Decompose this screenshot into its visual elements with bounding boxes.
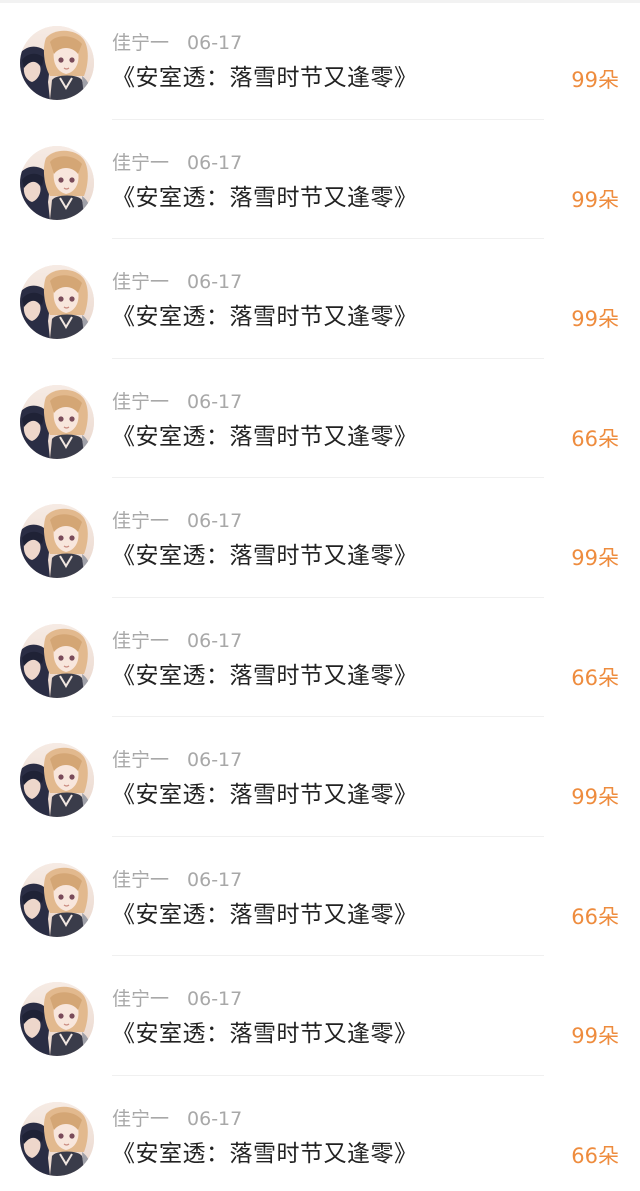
username[interactable]: 佳宁一: [112, 1108, 169, 1130]
post-date: 06-17: [187, 390, 243, 413]
feed-item[interactable]: 佳宁一 06-17 《安室透：落雪时节又逢零》 99朵: [0, 0, 640, 120]
gift-amount: 99朵: [571, 307, 619, 331]
username[interactable]: 佳宁一: [112, 510, 169, 532]
avatar-icon[interactable]: [20, 384, 94, 459]
item-meta: 佳宁一 06-17: [112, 271, 242, 293]
username[interactable]: 佳宁一: [112, 749, 169, 771]
gift-amount: 99朵: [571, 68, 619, 92]
avatar-icon[interactable]: [20, 982, 94, 1056]
item-meta: 佳宁一 06-17: [112, 152, 242, 174]
gift-record-page: 佳宁一 06-17 《安室透：落雪时节又逢零》 99朵 佳宁一 06-17 《安…: [0, 0, 640, 1191]
gift-amount: 66朵: [571, 426, 619, 451]
gift-amount: 66朵: [571, 904, 619, 929]
gift-feed-list[interactable]: 佳宁一 06-17 《安室透：落雪时节又逢零》 99朵 佳宁一 06-17 《安…: [0, 0, 640, 1191]
item-meta: 佳宁一 06-17: [112, 749, 242, 771]
gift-amount: 66朵: [571, 665, 619, 690]
gift-amount: 99朵: [571, 187, 619, 212]
avatar-icon[interactable]: [20, 504, 94, 578]
post-date: 06-17: [187, 749, 243, 771]
post-date: 06-17: [187, 1107, 243, 1130]
work-title-link[interactable]: 《安室透：落雪时节又逢零》: [112, 541, 418, 571]
post-date: 06-17: [187, 32, 243, 54]
item-meta: 佳宁一 06-17: [112, 391, 242, 413]
feed-item[interactable]: 佳宁一 06-17 《安室透：落雪时节又逢零》 99朵: [0, 120, 640, 239]
item-meta: 佳宁一 06-17: [112, 32, 242, 54]
feed-item[interactable]: 佳宁一 06-17 《安室透：落雪时节又逢零》 66朵: [0, 359, 640, 478]
work-title-link[interactable]: 《安室透：落雪时节又逢零》: [112, 1139, 418, 1169]
username[interactable]: 佳宁一: [112, 32, 169, 54]
avatar-icon[interactable]: [20, 145, 94, 220]
work-title-link[interactable]: 《安室透：落雪时节又逢零》: [112, 63, 418, 93]
gift-amount: 99朵: [571, 785, 619, 809]
feed-item[interactable]: 佳宁一 06-17 《安室透：落雪时节又逢零》 66朵: [0, 598, 640, 717]
post-date: 06-17: [187, 988, 243, 1010]
avatar-icon[interactable]: [20, 26, 94, 100]
avatar-icon[interactable]: [20, 265, 94, 339]
post-date: 06-17: [187, 629, 243, 652]
username[interactable]: 佳宁一: [112, 271, 169, 293]
username[interactable]: 佳宁一: [112, 391, 169, 413]
feed-item[interactable]: 佳宁一 06-17 《安室透：落雪时节又逢零》 99朵: [0, 956, 640, 1076]
item-meta: 佳宁一 06-17: [112, 869, 242, 891]
work-title-link[interactable]: 《安室透：落雪时节又逢零》: [112, 183, 418, 213]
feed-item[interactable]: 佳宁一 06-17 《安室透：落雪时节又逢零》 99朵: [0, 717, 640, 837]
avatar-icon[interactable]: [20, 743, 94, 817]
avatar-icon[interactable]: [20, 623, 94, 698]
post-date: 06-17: [187, 510, 243, 532]
username[interactable]: 佳宁一: [112, 869, 169, 891]
work-title-link[interactable]: 《安室透：落雪时节又逢零》: [112, 661, 418, 691]
gift-amount: 99朵: [571, 546, 619, 570]
gift-amount: 66朵: [571, 1143, 619, 1168]
post-date: 06-17: [187, 868, 243, 891]
avatar-icon[interactable]: [20, 1101, 94, 1176]
username[interactable]: 佳宁一: [112, 630, 169, 652]
feed-item[interactable]: 佳宁一 06-17 《安室透：落雪时节又逢零》 99朵: [0, 239, 640, 359]
feed-item[interactable]: 佳宁一 06-17 《安室透：落雪时节又逢零》 66朵: [0, 1076, 640, 1191]
work-title-link[interactable]: 《安室透：落雪时节又逢零》: [112, 302, 418, 332]
work-title-link[interactable]: 《安室透：落雪时节又逢零》: [112, 1019, 418, 1049]
item-meta: 佳宁一 06-17: [112, 988, 242, 1010]
feed-item[interactable]: 佳宁一 06-17 《安室透：落雪时节又逢零》 99朵: [0, 478, 640, 598]
work-title-link[interactable]: 《安室透：落雪时节又逢零》: [112, 780, 418, 810]
gift-amount: 99朵: [571, 1024, 619, 1048]
work-title-link[interactable]: 《安室透：落雪时节又逢零》: [112, 900, 418, 930]
username[interactable]: 佳宁一: [112, 988, 169, 1010]
work-title-link[interactable]: 《安室透：落雪时节又逢零》: [112, 422, 418, 452]
post-date: 06-17: [187, 271, 243, 293]
item-meta: 佳宁一 06-17: [112, 510, 242, 532]
item-meta: 佳宁一 06-17: [112, 630, 242, 652]
post-date: 06-17: [187, 151, 243, 174]
username[interactable]: 佳宁一: [112, 152, 169, 174]
item-meta: 佳宁一 06-17: [112, 1108, 242, 1130]
avatar-icon[interactable]: [20, 862, 94, 937]
feed-item[interactable]: 佳宁一 06-17 《安室透：落雪时节又逢零》 66朵: [0, 837, 640, 956]
